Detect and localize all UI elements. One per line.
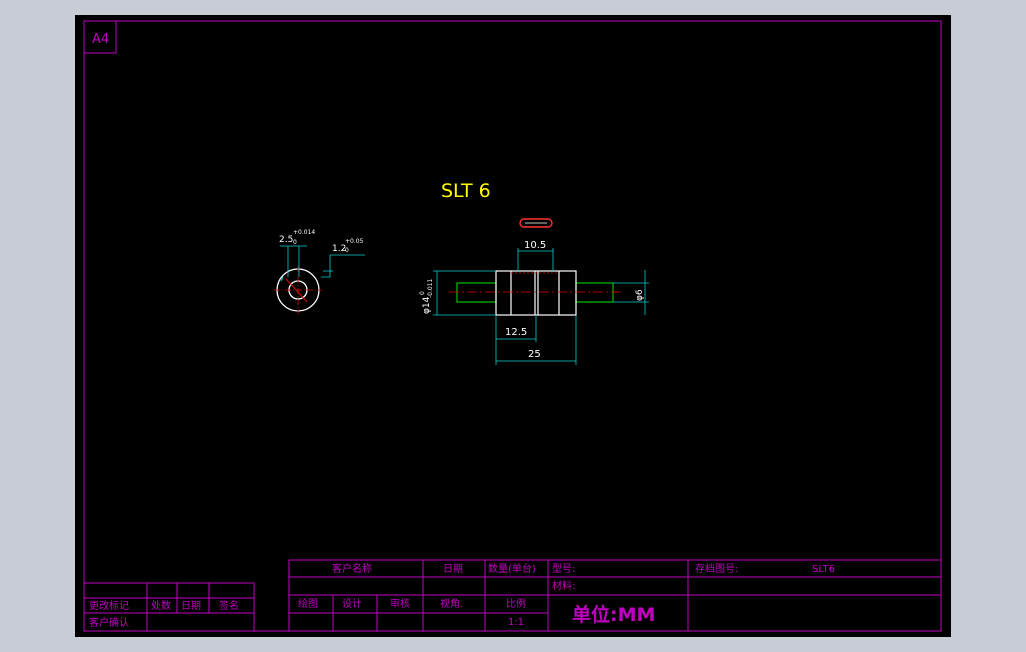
cad-drawing: A4 SLT 6 2.5 +0.014 0 1.2 +0.05 0 10.5 1…	[83, 20, 942, 632]
customer-name-label: 客户名称	[332, 562, 372, 575]
shaft-left	[456, 282, 497, 303]
revision-date-label: 日期	[181, 600, 201, 612]
dim-left-dia-tol-lower: -0.011	[427, 278, 434, 298]
end-view: 2.5 +0.014 0 1.2 +0.05 0	[274, 229, 365, 314]
title-block: 客户名称 日期 数量(单台) 型号: 存档图号: SLT6 材料: 绘图 设计 …	[288, 559, 942, 632]
view-angle-label: 视角.	[440, 597, 463, 610]
shaft-right	[575, 282, 614, 303]
border-frame	[83, 20, 942, 632]
dim-a-value: 2.5	[279, 235, 293, 245]
archive-no-label: 存档图号:	[695, 562, 738, 575]
scale-value: 1:1	[508, 617, 524, 628]
date-label: 日期	[443, 563, 463, 575]
material-label: 材料:	[552, 579, 575, 592]
design-label: 设计	[342, 597, 362, 610]
count-label: 处数	[151, 599, 171, 612]
change-mark-label: 更改标记	[89, 599, 129, 612]
scale-label: 比例	[506, 597, 526, 610]
quantity-label: 数量(单台)	[488, 562, 536, 575]
customer-confirm-label: 客户确认	[89, 616, 129, 629]
dim-b-tol-lower: 0	[345, 247, 349, 254]
dim-right-dia-value: φ6	[635, 289, 645, 301]
revision-block: 更改标记 处数 日期 签名 客户确认	[83, 582, 255, 632]
dim-left-dia-tol-upper: 0	[419, 291, 426, 295]
review-label: 审核	[390, 597, 410, 610]
drawing-label: 绘图	[298, 597, 318, 610]
dim-half-value: 12.5	[505, 327, 527, 338]
signature-label: 签名	[219, 599, 239, 612]
dim-top-value: 10.5	[524, 240, 546, 251]
dim-total-value: 25	[528, 349, 541, 360]
dim-b-tol-upper: +0.05	[345, 238, 364, 245]
dim-b-leader	[321, 254, 365, 278]
drawing-sheet: A4 SLT 6 2.5 +0.014 0 1.2 +0.05 0 10.5 1…	[75, 15, 951, 637]
dim-a-tol-lower: 0	[293, 239, 297, 246]
unit-text: 单位:MM	[572, 603, 655, 626]
side-view: 10.5 12.5 25 φ14 0 -0.011 φ6	[419, 240, 649, 365]
coupling-body	[495, 270, 577, 316]
model-label: 型号:	[552, 562, 575, 575]
size-label: A4	[92, 32, 109, 47]
dim-a-tol-upper: +0.014	[293, 229, 315, 236]
archive-no-value: SLT6	[812, 564, 835, 575]
drawing-title: SLT 6	[441, 180, 491, 202]
dim-left-dia-value: φ14	[422, 296, 432, 314]
